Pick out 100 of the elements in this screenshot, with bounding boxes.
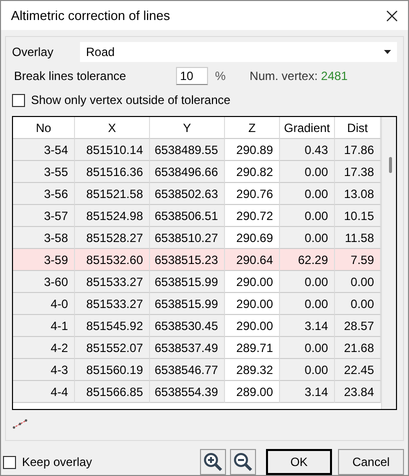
table-cell: 289.71 xyxy=(225,337,280,359)
table-row[interactable]: 3-54 851510.14 6538489.55 290.89 0.43 17.86 xyxy=(13,139,381,161)
table-cell: 851566.85 xyxy=(75,381,150,403)
table-cell: 23.84 xyxy=(335,381,381,403)
column-header[interactable]: Dist xyxy=(335,117,381,139)
cancel-button[interactable]: Cancel xyxy=(338,449,404,475)
table-cell: 6538515.99 xyxy=(150,293,225,315)
column-header[interactable]: Gradient xyxy=(280,117,335,139)
table-cell: 4-3 xyxy=(13,359,75,381)
table-cell: 17.86 xyxy=(335,139,381,161)
table-row[interactable]: 3-56 851521.58 6538502.63 290.76 0.00 13.08 xyxy=(13,183,381,205)
table-row[interactable]: 4-4 851566.85 6538554.39 289.00 3.14 23.84 xyxy=(13,381,381,403)
table-cell: 3-57 xyxy=(13,205,75,227)
table-cell: 290.69 xyxy=(225,227,280,249)
table-cell: 6538537.49 xyxy=(150,337,225,359)
column-header[interactable]: Y xyxy=(150,117,225,139)
table-row[interactable]: 3-59 851532.60 6538515.23 290.64 62.29 7.59 xyxy=(13,249,381,271)
table-row[interactable]: 3-55 851516.36 6538496.66 290.82 0.00 17.38 xyxy=(13,161,381,183)
table-cell: 851521.58 xyxy=(75,183,150,205)
table-cell: 17.38 xyxy=(335,161,381,183)
table-cell: 62.29 xyxy=(280,249,335,271)
table-cell: 6538546.77 xyxy=(150,359,225,381)
table-cell: 4-2 xyxy=(13,337,75,359)
zoom-in-button[interactable] xyxy=(200,449,226,475)
table-cell: 3-58 xyxy=(13,227,75,249)
table-cell: 0.00 xyxy=(335,271,381,293)
table-row[interactable]: 3-58 851528.27 6538510.27 290.69 0.00 11.58 xyxy=(13,227,381,249)
table-cell: 289.32 xyxy=(225,359,280,381)
table-cell: 6538496.66 xyxy=(150,161,225,183)
close-icon[interactable] xyxy=(386,10,398,22)
table-row[interactable]: 4-3 851560.19 6538546.77 289.32 0.00 22.45 xyxy=(13,359,381,381)
column-header[interactable]: Z xyxy=(225,117,280,139)
column-header[interactable]: No xyxy=(13,117,75,139)
table-cell: 21.68 xyxy=(335,337,381,359)
table-cell: 290.00 xyxy=(225,293,280,315)
checkbox-box[interactable] xyxy=(12,94,25,106)
table-cell: 4-4 xyxy=(13,381,75,403)
table-cell: 851532.60 xyxy=(75,249,150,271)
table-cell: 851528.27 xyxy=(75,227,150,249)
table-cell: 13.08 xyxy=(335,183,381,205)
table-cell: 0.00 xyxy=(280,337,335,359)
table-cell: 3-54 xyxy=(13,139,75,161)
table-cell: 6538502.63 xyxy=(150,183,225,205)
table-cell: 22.45 xyxy=(335,359,381,381)
table-cell: 851533.27 xyxy=(75,293,150,315)
table-cell: 851552.07 xyxy=(75,337,150,359)
tolerance-label: Break lines tolerance xyxy=(13,69,128,83)
scroll-thumb[interactable] xyxy=(389,157,392,173)
table-cell: 4-1 xyxy=(13,315,75,337)
table-cell: 851524.98 xyxy=(75,205,150,227)
table-cell: 0.00 xyxy=(280,183,335,205)
scrollbar[interactable] xyxy=(381,117,396,409)
table-cell: 0.00 xyxy=(280,205,335,227)
table-cell: 290.72 xyxy=(225,205,280,227)
table-cell: 0.00 xyxy=(335,293,381,315)
table-cell: 28.57 xyxy=(335,315,381,337)
ok-button[interactable]: OK xyxy=(266,449,332,475)
table-row[interactable]: 4-0 851533.27 6538515.99 290.00 0.00 0.00 xyxy=(13,293,381,315)
table-cell: 290.82 xyxy=(225,161,280,183)
vertex-count-label: Num. vertex: 2481 xyxy=(250,69,348,83)
table-cell: 10.15 xyxy=(335,205,381,227)
table-cell: 3.14 xyxy=(280,315,335,337)
tolerance-field[interactable]: 10 xyxy=(176,67,208,85)
table-cell: 0.00 xyxy=(280,359,335,381)
table-row[interactable]: 3-60 851533.27 6538515.99 290.00 0.00 0.00 xyxy=(13,271,381,293)
checkbox[interactable]: Keep overlay xyxy=(3,455,92,469)
table-cell: 0.00 xyxy=(280,161,335,183)
table-cell: 0.43 xyxy=(280,139,335,161)
table-cell: 290.64 xyxy=(225,249,280,271)
table-cell: 6538530.45 xyxy=(150,315,225,337)
checkbox-label: Keep overlay xyxy=(22,455,92,469)
table-row[interactable]: 3-57 851524.98 6538506.51 290.72 0.00 10.15 xyxy=(13,205,381,227)
table-cell: 3-56 xyxy=(13,183,75,205)
table-cell: 290.00 xyxy=(225,315,280,337)
table-cell: 6538515.99 xyxy=(150,271,225,293)
table-cell: 7.59 xyxy=(335,249,381,271)
table-row[interactable]: 4-2 851552.07 6538537.49 289.71 0.00 21.68 xyxy=(13,337,381,359)
table-cell: 851516.36 xyxy=(75,161,150,183)
table-cell: 290.00 xyxy=(225,271,280,293)
unit-label: % xyxy=(215,69,226,83)
table-cell: 289.00 xyxy=(225,381,280,403)
table-cell: 290.76 xyxy=(225,183,280,205)
checkbox-box[interactable] xyxy=(3,456,16,468)
overlay-label: Overlay xyxy=(12,45,54,59)
table-cell: 851545.92 xyxy=(75,315,150,337)
zoom-out-button[interactable] xyxy=(230,449,256,475)
zoom-out-icon xyxy=(233,452,253,472)
table-cell: 6538510.27 xyxy=(150,227,225,249)
dotted-line-icon[interactable] xyxy=(12,419,28,429)
table-cell: 3-60 xyxy=(13,271,75,293)
table-cell: 290.89 xyxy=(225,139,280,161)
table-cell: 6538554.39 xyxy=(150,381,225,403)
table-cell: 0.00 xyxy=(280,293,335,315)
overlay-dropdown[interactable]: Road xyxy=(80,42,397,62)
table-cell: 3-59 xyxy=(13,249,75,271)
table-cell: 6538489.55 xyxy=(150,139,225,161)
column-header[interactable]: X xyxy=(75,117,150,139)
table-row[interactable]: 4-1 851545.92 6538530.45 290.00 3.14 28.57 xyxy=(13,315,381,337)
zoom-in-icon xyxy=(203,452,223,472)
table-cell: 6538515.23 xyxy=(150,249,225,271)
